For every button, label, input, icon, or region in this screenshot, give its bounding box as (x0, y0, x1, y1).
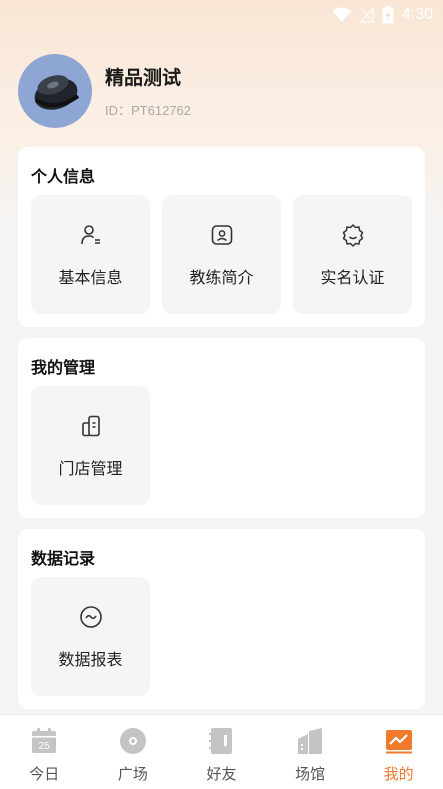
signal-icon (359, 7, 374, 23)
wifi-icon (332, 7, 352, 23)
data-report-tile[interactable]: 数据报表 (31, 577, 150, 696)
bottom-tab-bar: 25 今日 广场 好友 场馆 我的 (0, 714, 443, 789)
tab-today[interactable]: 25 今日 (0, 715, 89, 789)
mine-chart-icon (385, 727, 413, 755)
section-title: 数据记录 (31, 551, 96, 568)
tile-label: 数据报表 (58, 652, 123, 669)
section-title: 个人信息 (31, 169, 96, 186)
tab-mine[interactable]: 我的 (354, 715, 443, 789)
battery-icon (382, 6, 394, 24)
section-title: 我的管理 (31, 360, 96, 377)
tab-label: 场馆 (295, 766, 326, 783)
tab-plaza[interactable]: 广场 (89, 715, 178, 789)
avatar[interactable] (18, 54, 92, 128)
store-icon (79, 414, 103, 438)
coach-profile-icon (210, 223, 234, 247)
tile-label: 教练简介 (189, 270, 254, 287)
profile-name: 精品测试 (105, 68, 182, 89)
calendar-badge: 25 (39, 741, 51, 752)
store-management-tile[interactable]: 门店管理 (31, 386, 150, 505)
coach-profile-tile[interactable]: 教练简介 (162, 195, 281, 314)
plaza-icon (119, 727, 147, 755)
tab-label: 广场 (117, 766, 148, 783)
data-record-section: 数据记录 数据报表 (18, 529, 425, 709)
management-section: 我的管理 门店管理 (18, 338, 425, 518)
calendar-icon: 25 (30, 727, 58, 755)
status-time: 4:30 (401, 6, 433, 23)
status-bar: 4:30 (0, 0, 443, 30)
personal-info-section: 个人信息 基本信息 教练简介 实名认证 (18, 147, 425, 327)
contacts-icon (207, 727, 235, 755)
person-info-icon (79, 223, 103, 247)
verify-tile[interactable]: 实名认证 (293, 195, 412, 314)
basic-info-tile[interactable]: 基本信息 (31, 195, 150, 314)
tab-friends[interactable]: 好友 (177, 715, 266, 789)
verify-badge-icon (341, 223, 365, 247)
profile-id: ID：PT612762 (105, 103, 191, 118)
tab-venue[interactable]: 场馆 (266, 715, 355, 789)
tab-label: 好友 (206, 766, 237, 783)
tab-label: 我的 (383, 766, 414, 783)
tile-label: 实名认证 (320, 270, 385, 287)
tile-label: 门店管理 (58, 461, 123, 478)
tile-label: 基本信息 (58, 270, 123, 287)
data-report-icon (79, 605, 103, 629)
tab-label: 今日 (29, 766, 60, 783)
venue-icon (296, 727, 324, 755)
profile-header[interactable]: 精品测试 ID：PT612762 (18, 54, 191, 128)
